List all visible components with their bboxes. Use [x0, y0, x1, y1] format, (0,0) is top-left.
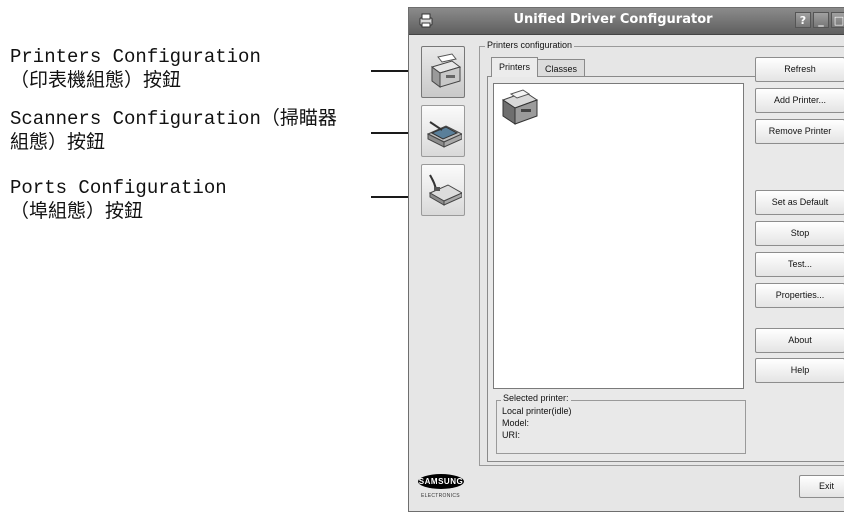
selected-printer-label: Selected printer:	[501, 393, 571, 403]
callout-ports: Ports Configuration （埠組態）按鈕	[10, 176, 227, 224]
add-printer-button[interactable]: Add Printer...	[755, 88, 844, 113]
printer-list-item-icon[interactable]	[499, 88, 541, 128]
window-title: Unified Driver Configurator	[513, 12, 713, 27]
samsung-logo-sub: ELECTRONICS	[421, 493, 460, 499]
minimize-button[interactable]: _	[813, 12, 829, 28]
refresh-button[interactable]: Refresh	[755, 57, 844, 82]
callout-ports-line2: （埠組態）按鈕	[10, 201, 144, 223]
printers-configuration-button[interactable]	[421, 46, 465, 98]
test-button[interactable]: Test...	[755, 252, 844, 277]
maximize-button[interactable]: □	[831, 12, 844, 28]
callout-scanners: Scanners Configuration（掃瞄器 組態）按鈕	[10, 107, 337, 155]
set-default-button[interactable]: Set as Default	[755, 190, 844, 215]
callout-printers: Printers Configuration （印表機組態）按鈕	[10, 45, 261, 93]
selected-printer-status: Local printer(idle)	[502, 406, 572, 416]
callout-printers-line1: Printers Configuration	[10, 46, 261, 68]
selected-printer-model: Model:	[502, 418, 530, 428]
port-icon	[428, 174, 462, 206]
samsung-logo: SAMSUNG	[418, 474, 464, 489]
callout-scanners-line2: 組態）按鈕	[10, 132, 106, 154]
remove-printer-button[interactable]: Remove Printer	[755, 119, 844, 144]
callout-ports-line1: Ports Configuration	[10, 177, 227, 199]
printer-list[interactable]	[493, 83, 744, 389]
scanner-icon	[426, 121, 462, 148]
scanners-configuration-button[interactable]	[421, 105, 465, 157]
tab-classes[interactable]: Classes	[537, 59, 586, 77]
title-bar[interactable]: Unified Driver Configurator ? _ □ ×	[409, 8, 844, 35]
help-window-button[interactable]: ?	[795, 12, 811, 28]
callout-scanners-line1: Scanners Configuration（掃瞄器	[10, 108, 337, 130]
ports-configuration-button[interactable]	[421, 164, 465, 216]
about-button[interactable]: About	[755, 328, 844, 353]
selected-printer-uri: URI:	[502, 430, 520, 440]
configurator-window: Unified Driver Configurator ? _ □ ×	[408, 7, 844, 512]
stop-button[interactable]: Stop	[755, 221, 844, 246]
tab-printers[interactable]: Printers	[491, 57, 539, 77]
exit-button[interactable]: Exit	[799, 475, 844, 498]
properties-button[interactable]: Properties...	[755, 283, 844, 308]
group-label: Printers configuration	[485, 40, 575, 50]
callout-printers-line2: （印表機組態）按鈕	[10, 70, 182, 92]
help-button[interactable]: Help	[755, 358, 844, 383]
printer-icon	[430, 53, 462, 88]
